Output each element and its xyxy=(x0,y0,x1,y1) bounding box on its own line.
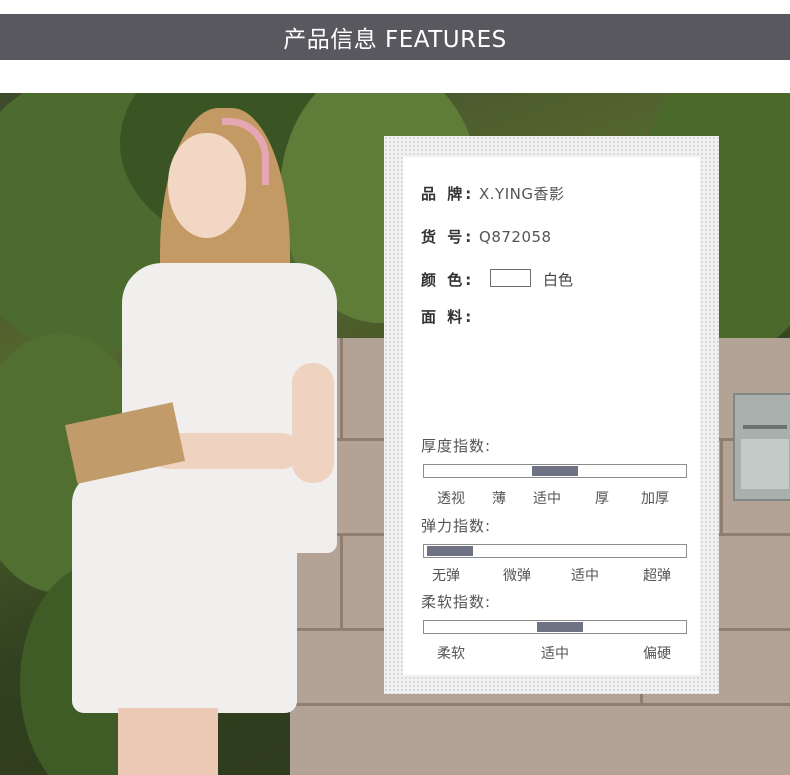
thickness-label: 适中 xyxy=(533,491,561,507)
mailbox xyxy=(733,393,790,501)
softness-label: 柔软 xyxy=(437,646,465,662)
sku-value: Q872058 xyxy=(479,228,552,246)
elasticity-label: 超弹 xyxy=(643,568,671,584)
section-title: 产品信息 FEATURES xyxy=(283,27,507,53)
thickness-label: 薄 xyxy=(492,491,506,507)
brand-label: 品 牌: xyxy=(421,185,475,203)
thickness-index-title: 厚度指数: xyxy=(421,437,492,455)
sku-label: 货 号: xyxy=(421,228,475,246)
elasticity-label: 无弹 xyxy=(432,568,460,584)
thickness-label: 透视 xyxy=(437,491,465,507)
brand-row: 品 牌: X.YING香影 xyxy=(421,183,565,204)
elasticity-indicator xyxy=(427,546,474,556)
elasticity-label: 微弹 xyxy=(503,568,531,584)
thickness-indicator xyxy=(532,466,578,476)
elasticity-index-title: 弹力指数: xyxy=(421,517,492,535)
fabric-label: 面 料: xyxy=(421,308,475,326)
color-label: 颜 色: xyxy=(421,271,475,289)
softness-indicator xyxy=(537,622,584,632)
softness-label: 偏硬 xyxy=(643,646,671,662)
thickness-label: 厚 xyxy=(595,491,609,507)
thickness-label: 加厚 xyxy=(641,491,669,507)
color-row: 颜 色: xyxy=(421,269,474,290)
sku-row: 货 号: Q872058 xyxy=(421,226,552,247)
fabric-row: 面 料: xyxy=(421,306,474,327)
section-header-banner: 产品信息 FEATURES xyxy=(0,14,790,60)
elasticity-label: 适中 xyxy=(571,568,599,584)
softness-label: 适中 xyxy=(541,646,569,662)
elasticity-scale-bar xyxy=(423,544,687,558)
color-swatch xyxy=(490,269,531,287)
softness-index-title: 柔软指数: xyxy=(421,593,492,611)
brand-value: X.YING香影 xyxy=(479,185,565,203)
color-value: 白色 xyxy=(543,271,574,289)
thickness-scale-bar xyxy=(423,464,687,478)
softness-scale-bar xyxy=(423,620,687,634)
